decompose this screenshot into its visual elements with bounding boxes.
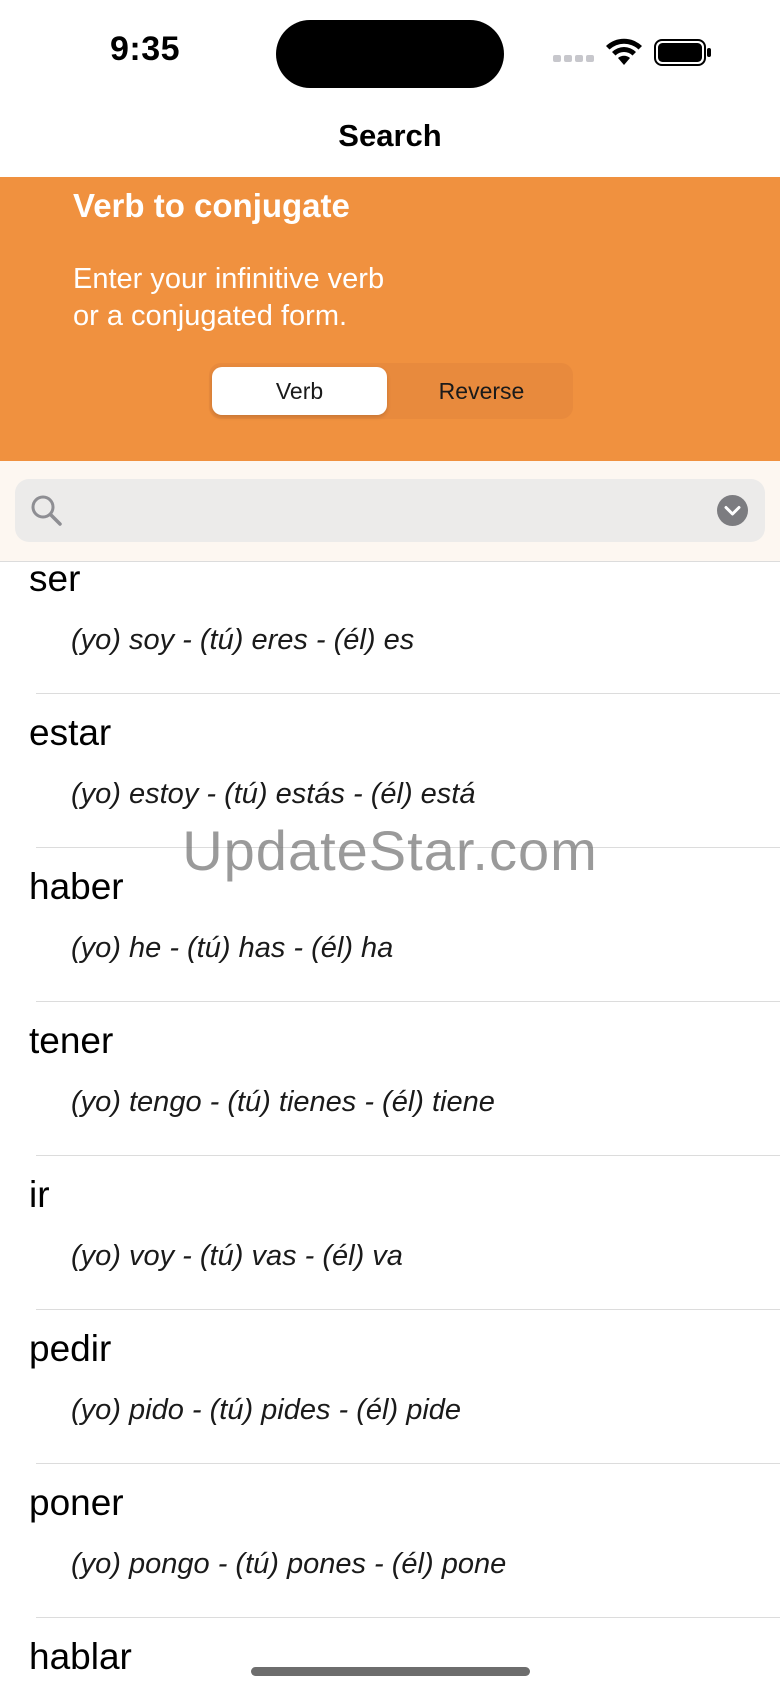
battery-icon <box>654 39 711 66</box>
cellular-signal-icon <box>553 55 595 63</box>
header-subtitle-line1: Enter your infinitive verb <box>73 263 385 295</box>
verb-forms: (yo) tengo - (tú) tienes - (él) tiene <box>71 1086 495 1118</box>
verb-infinitive: estar <box>29 712 112 753</box>
list-item[interactable]: ser (yo) soy - (tú) eres - (él) es <box>29 562 780 694</box>
list-item[interactable]: hablar <box>29 1618 780 1691</box>
search-icon <box>31 495 62 526</box>
verb-forms: (yo) estoy - (tú) estás - (él) está <box>71 778 476 810</box>
status-time: 9:35 <box>110 30 181 68</box>
list-item[interactable]: poner (yo) pongo - (tú) pones - (él) pon… <box>29 1464 780 1618</box>
header-title: Verb to conjugate <box>73 187 350 224</box>
verb-infinitive: poner <box>29 1482 124 1523</box>
list-item[interactable]: ir (yo) voy - (tú) vas - (él) va <box>29 1156 780 1310</box>
verb-infinitive: ir <box>29 1174 50 1215</box>
conjugate-header: Verb to conjugate Enter your infinitive … <box>0 177 780 461</box>
watermark: UpdateStar.com <box>182 819 598 882</box>
verb-infinitive: tener <box>29 1020 114 1061</box>
dynamic-island <box>276 20 504 88</box>
chevron-down-circle-icon[interactable] <box>717 495 748 526</box>
list-item[interactable]: pedir (yo) pido - (tú) pides - (él) pide <box>29 1310 780 1464</box>
search-bar-container <box>0 461 780 561</box>
page-title: Search <box>338 118 442 153</box>
verb-forms: (yo) soy - (tú) eres - (él) es <box>71 624 415 656</box>
verb-forms: (yo) pongo - (tú) pones - (él) pone <box>71 1548 507 1580</box>
home-indicator[interactable] <box>251 1667 530 1676</box>
header-subtitle: Enter your infinitive verb or a conjugat… <box>73 261 573 335</box>
verb-forms: (yo) pido - (tú) pides - (él) pide <box>71 1394 462 1426</box>
mode-segmented-control: Verb Reverse <box>209 363 573 419</box>
list-item[interactable]: tener (yo) tengo - (tú) tienes - (él) ti… <box>29 1002 780 1156</box>
segment-verb[interactable]: Verb <box>212 367 387 415</box>
verb-infinitive: pedir <box>29 1328 112 1369</box>
header-subtitle-line2: or a conjugated form. <box>73 300 348 332</box>
verb-infinitive: ser <box>29 561 81 599</box>
search-field[interactable] <box>15 479 765 542</box>
wifi-icon <box>606 38 642 65</box>
status-bar: 9:35 <box>0 0 780 100</box>
segment-reverse[interactable]: Reverse <box>394 367 569 415</box>
verb-infinitive: hablar <box>29 1636 132 1677</box>
verb-forms: (yo) voy - (tú) vas - (él) va <box>71 1240 403 1272</box>
verb-forms: (yo) he - (tú) has - (él) ha <box>71 932 394 964</box>
verb-list: ser (yo) soy - (tú) eres - (él) es estar… <box>0 561 780 1691</box>
search-input[interactable] <box>71 489 711 533</box>
